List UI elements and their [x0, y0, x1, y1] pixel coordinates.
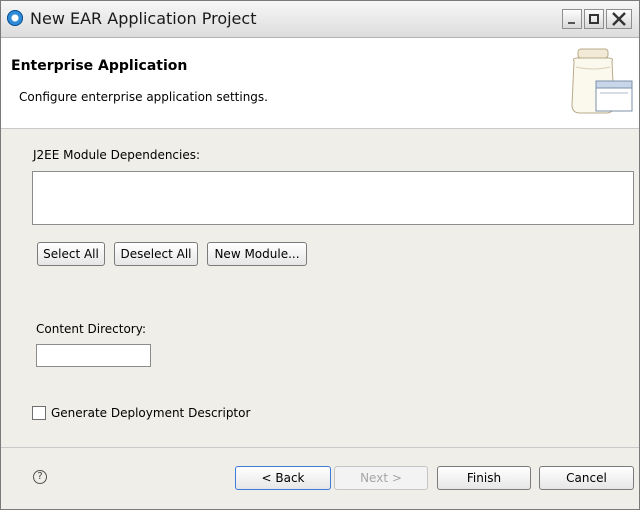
title-bar[interactable]: New EAR Application Project	[1, 1, 639, 38]
content-directory-label: Content Directory:	[36, 322, 147, 336]
close-icon	[612, 12, 626, 26]
footer-separator	[1, 447, 639, 448]
maximize-icon	[589, 14, 599, 24]
generate-deployment-descriptor-checkbox[interactable]	[32, 406, 46, 420]
maximize-button[interactable]	[584, 9, 604, 29]
new-module-button[interactable]: New Module...	[207, 242, 307, 266]
help-icon[interactable]: ?	[33, 470, 47, 484]
next-button[interactable]: Next >	[334, 466, 428, 490]
dialog-window: New EAR Application Project Enterprise A…	[0, 0, 640, 510]
wizard-content: J2EE Module Dependencies: Select All Des…	[1, 129, 639, 447]
minimize-icon	[568, 22, 575, 24]
wizard-banner: Enterprise Application Configure enterpr…	[1, 38, 639, 129]
minimize-button[interactable]	[562, 9, 582, 29]
module-dependencies-label: J2EE Module Dependencies:	[33, 148, 201, 162]
banner-subtitle: Configure enterprise application setting…	[19, 90, 268, 104]
jar-window-icon	[571, 48, 633, 114]
generate-deployment-descriptor-label[interactable]: Generate Deployment Descriptor	[51, 406, 250, 420]
cancel-button[interactable]: Cancel	[539, 466, 634, 490]
select-all-button[interactable]: Select All	[37, 242, 105, 266]
content-directory-input[interactable]	[36, 344, 151, 367]
banner-title: Enterprise Application	[11, 58, 188, 74]
finish-button[interactable]: Finish	[437, 466, 531, 490]
window-title: New EAR Application Project	[30, 9, 257, 28]
module-dependencies-list[interactable]	[32, 171, 634, 225]
back-button[interactable]: < Back	[235, 466, 331, 490]
close-button[interactable]	[606, 9, 632, 29]
eclipse-icon	[7, 10, 23, 26]
deselect-all-button[interactable]: Deselect All	[114, 242, 198, 266]
